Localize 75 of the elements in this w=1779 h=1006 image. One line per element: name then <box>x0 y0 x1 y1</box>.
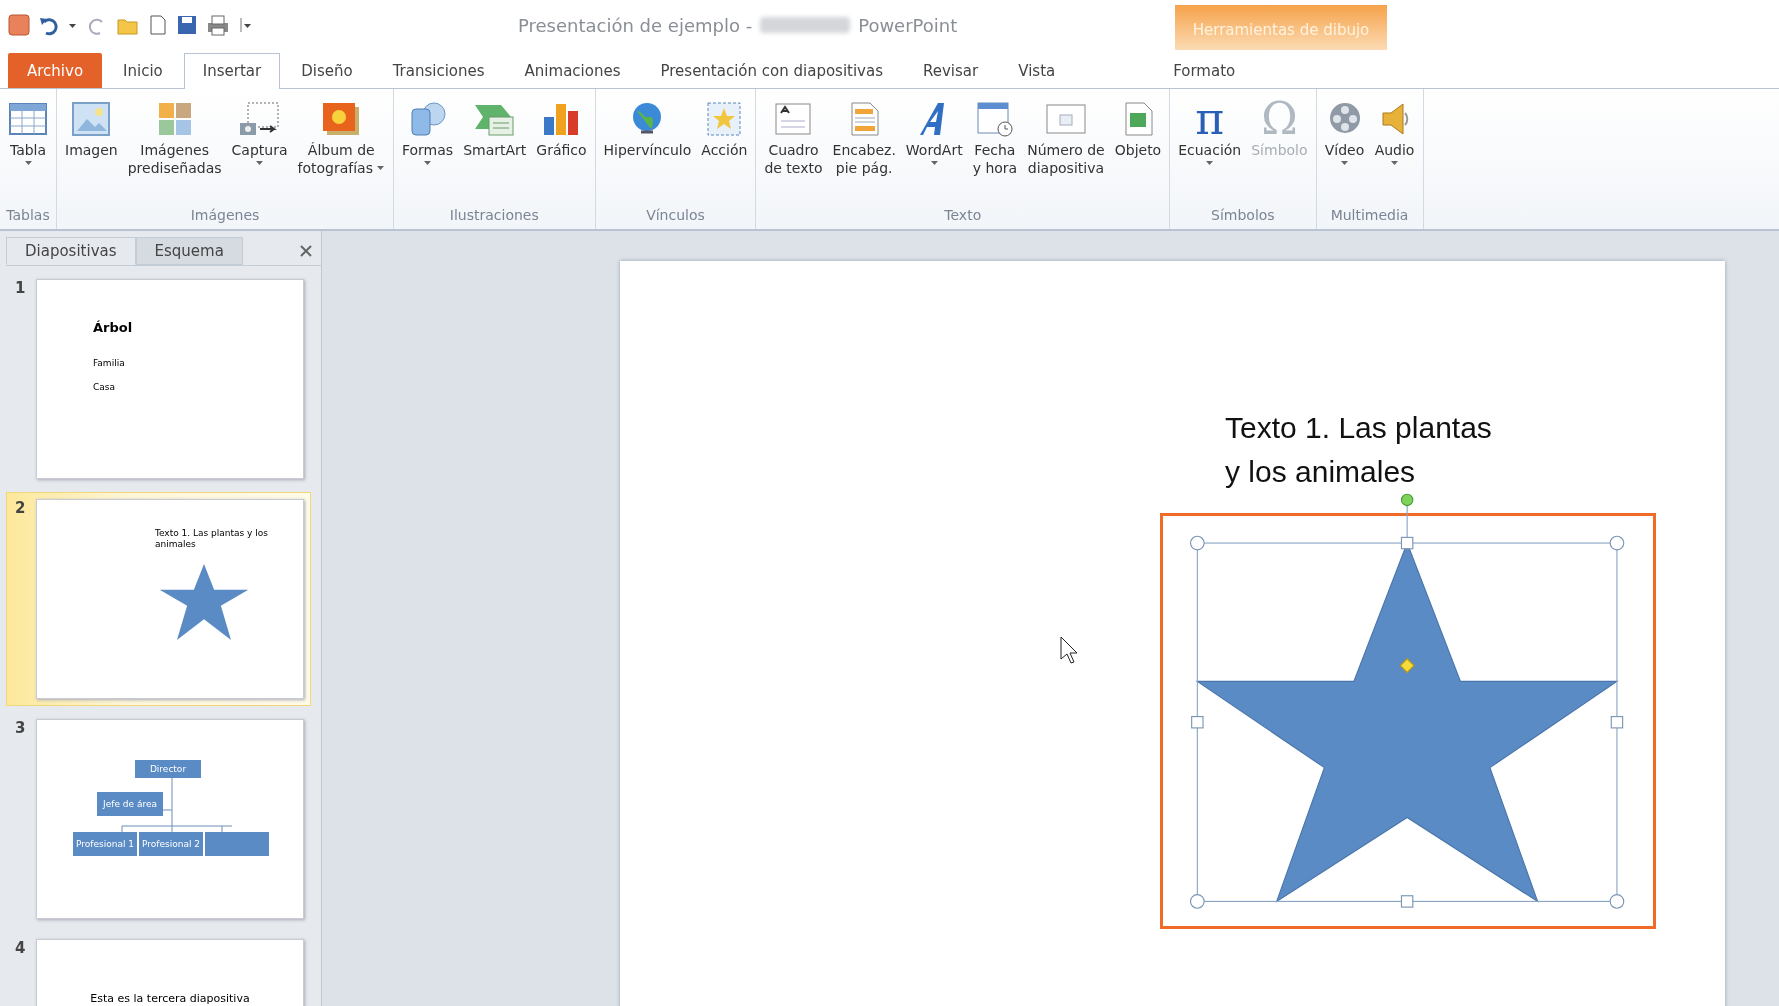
thumbnail-text: Familia <box>93 358 126 368</box>
ribbon-command[interactable]: WordArt <box>901 97 967 203</box>
ribbon-tab[interactable]: Diseño <box>282 53 372 88</box>
slide-number: 4 <box>15 939 26 959</box>
pane-tab[interactable]: Esquema <box>135 237 243 265</box>
org-chart-box: Director <box>135 760 201 778</box>
slide-number: 3 <box>15 719 26 739</box>
slide-thumbnail[interactable]: Director Jefe de área Profesional 1 Profesional 2 <box>36 719 304 919</box>
ribbon-command[interactable]: Tabla <box>4 97 52 203</box>
ribbon-command[interactable]: Número de diapositiva <box>1023 97 1109 203</box>
ribbon-command[interactable]: Álbum de fotografías <box>293 97 389 203</box>
ribbon-command[interactable]: Captura <box>227 97 292 203</box>
ribbon-command[interactable]: SmartArt <box>459 97 531 203</box>
ribbon-command[interactable]: Gráfico <box>532 97 591 203</box>
group-label: Vínculos <box>645 206 706 225</box>
screenshot-icon <box>237 101 282 137</box>
ribbon-command[interactable]: Imagen <box>61 97 122 203</box>
group-label: Tablas <box>5 206 51 225</box>
group-label: Símbolos <box>1210 206 1276 225</box>
ribbon-tab[interactable]: Transiciones <box>373 53 504 88</box>
ribbon-command[interactable]: Audio <box>1370 97 1419 203</box>
ribbon-command[interactable]: Acción <box>697 97 752 203</box>
slide-thumbnail-row[interactable]: 2 Texto 1. Las plantas y los animales <box>6 492 311 706</box>
save-icon[interactable] <box>176 14 198 36</box>
ribbon-command[interactable]: Objeto <box>1110 97 1166 203</box>
picture-icon <box>71 101 112 137</box>
org-chart-box <box>205 832 269 856</box>
slide-number: 2 <box>15 499 26 519</box>
thumbnail-text: Casa <box>93 382 116 392</box>
text-box-icon <box>773 101 814 137</box>
ribbon-command[interactable]: Cuadro de texto <box>760 97 827 203</box>
window-title: Presentación de ejemplo - <box>518 14 753 36</box>
group-label: Imágenes <box>189 206 261 225</box>
app-name: PowerPoint <box>858 14 958 36</box>
org-chart-box: Jefe de área <box>97 792 163 816</box>
ribbon-tab[interactable]: Presentación con diapositivas <box>641 53 902 88</box>
ribbon-tab[interactable]: Inicio <box>104 53 182 88</box>
slide-thumbnail-row[interactable]: 3 Director Jefe de área Profesional 1 Profesional 2 <box>6 712 311 926</box>
table-icon <box>8 101 48 137</box>
ribbon-tab[interactable]: Insertar <box>183 53 281 89</box>
ribbon-command[interactable]: Hipervínculo <box>599 97 696 203</box>
group-label: Texto <box>943 206 983 225</box>
close-icon[interactable] <box>299 244 313 258</box>
slide-thumbnail[interactable]: Esta es la tercera diapositiva <box>36 939 304 1006</box>
calendar-icon <box>974 101 1015 137</box>
org-chart-box: Profesional 2 <box>139 832 203 856</box>
ribbon-command[interactable]: Encabez. pie pág. <box>828 97 900 203</box>
pane-tab[interactable]: Diapositivas <box>6 237 136 265</box>
printer-icon[interactable] <box>206 14 230 36</box>
page-icon[interactable] <box>148 14 168 36</box>
slide-text[interactable]: Texto 1. Las plantas y los animales <box>1225 406 1492 494</box>
ribbon-command[interactable]: Fecha y hora <box>968 97 1022 203</box>
selected-star-drawing[interactable] <box>1189 493 1625 909</box>
mouse-pointer-icon <box>1060 636 1078 664</box>
group-label: Multimedia <box>1329 206 1410 225</box>
slide-thumbnail[interactable]: Texto 1. Las plantas y los animales <box>36 499 304 699</box>
photo-album-icon <box>321 101 362 137</box>
slide-number-icon <box>1043 101 1088 137</box>
ribbon-tab[interactable]: Animaciones <box>505 53 640 88</box>
app-icon[interactable] <box>8 14 30 36</box>
ribbon-command[interactable]: Imágenes prediseñadas <box>123 97 226 203</box>
ribbon-tab[interactable]: Revisar <box>904 53 998 88</box>
ribbon-tab[interactable]: Vista <box>999 53 1075 88</box>
ribbon-command[interactable]: π Ecuación <box>1174 97 1246 203</box>
slide-number: 1 <box>15 279 26 299</box>
slide-thumbnail-row[interactable]: 4 Esta es la tercera diapositiva <box>6 932 311 1006</box>
group-label: Ilustraciones <box>448 206 540 225</box>
ribbon-command[interactable]: Formas <box>398 97 458 203</box>
slide-thumbnail-row[interactable]: 1 Árbol Familia Casa <box>6 272 311 486</box>
slide-thumbnail[interactable]: Árbol Familia Casa <box>36 279 304 479</box>
thumbnail-text: Esta es la tercera diapositiva <box>89 992 251 1005</box>
thumbnail-title: Árbol <box>93 320 133 335</box>
org-chart-box: Profesional 1 <box>73 832 137 856</box>
ribbon-command[interactable]: Vídeo <box>1320 97 1369 203</box>
thumbnail-text: Texto 1. Las plantas y los animales <box>155 528 269 550</box>
